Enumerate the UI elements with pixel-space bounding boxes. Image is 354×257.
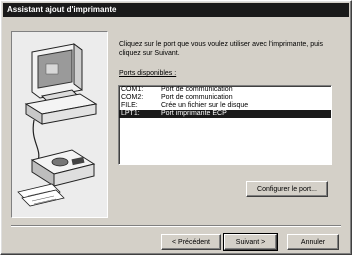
previous-button[interactable]: < Précédent <box>161 234 221 250</box>
ports-label: Ports disponibles : <box>119 70 177 77</box>
port-row-lpt1[interactable]: LPT1: Port imprimante ECP <box>119 110 331 118</box>
printer-icon <box>30 149 96 187</box>
monitor-icon <box>31 43 83 103</box>
port-name: LPT1: <box>121 110 140 117</box>
computer-printer-illustration <box>17 43 98 207</box>
port-name: COM1: <box>121 86 144 93</box>
separator <box>11 225 341 227</box>
port-row-file[interactable]: FILE: Crée un fichier sur le disque <box>119 102 331 110</box>
port-description: Crée un fichier sur le disque <box>161 102 249 109</box>
instruction-text: Cliquez sur le port que vous voulez util… <box>119 41 324 57</box>
cancel-button[interactable]: Annuler <box>287 234 339 250</box>
port-row-com1[interactable]: COM1: Port de communication <box>119 86 331 94</box>
paper-icon <box>17 183 65 207</box>
port-row-com2[interactable]: COM2: Port de communication <box>119 94 331 102</box>
wizard-illustration <box>11 31 108 218</box>
port-description: Port imprimante ECP <box>161 110 227 117</box>
port-description: Port de communication <box>161 94 233 101</box>
printer-wizard-window: Assistant ajout d'imprimante Cliquez sur… <box>0 0 352 255</box>
computer-case-icon <box>24 93 98 125</box>
title-bar: Assistant ajout d'imprimante <box>3 3 349 17</box>
port-name: COM2: <box>121 94 144 101</box>
ports-listbox[interactable]: COM1: Port de communication COM2: Port de … <box>118 85 332 165</box>
port-name: FILE: <box>121 102 138 109</box>
port-description: Port de communication <box>161 86 233 93</box>
configure-port-button[interactable]: Configurer le port... <box>246 181 328 197</box>
next-button[interactable]: Suivant > <box>223 233 278 251</box>
